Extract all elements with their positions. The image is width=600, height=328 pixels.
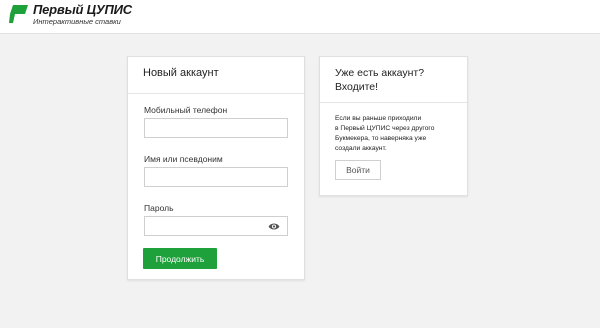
eye-icon[interactable] [268, 222, 280, 231]
info-line: Если вы раньше приходили [335, 115, 422, 122]
login-card: Уже есть аккаунт? Входите! Если вы раньш… [319, 56, 468, 196]
register-card-header: Новый аккаунт [128, 57, 304, 94]
login-info-text: Если вы раньше приходили в Первый ЦУПИС … [335, 114, 460, 154]
login-title-line1: Уже есть аккаунт? [335, 67, 425, 79]
nickname-label: Имя или псевдоним [144, 154, 223, 164]
top-header: Первый ЦУПИС Интерактивные ставки [0, 0, 600, 34]
register-title: Новый аккаунт [143, 67, 219, 79]
password-input[interactable] [144, 216, 288, 236]
info-line: в Первый ЦУПИС через другого [335, 125, 435, 132]
password-label: Пароль [144, 203, 174, 213]
phone-input[interactable] [144, 118, 288, 138]
continue-button[interactable]: Продолжить [143, 248, 217, 269]
login-title-line2: Входите! [335, 81, 379, 93]
info-line: Букмекера, то наверняка уже [335, 135, 427, 142]
logo-subtitle: Интерактивные ставки [33, 17, 121, 26]
register-card: Новый аккаунт Мобильный телефон Имя или … [127, 56, 305, 280]
phone-label: Мобильный телефон [144, 105, 228, 115]
info-line: создали аккаунт. [335, 145, 387, 152]
site-logo[interactable]: Первый ЦУПИС Интерактивные ставки [9, 3, 132, 26]
green-flag-logo-icon [9, 5, 28, 23]
logo-title: Первый ЦУПИС [33, 2, 132, 17]
nickname-input[interactable] [144, 167, 288, 187]
login-card-header: Уже есть аккаунт? Входите! [320, 57, 467, 103]
login-button[interactable]: Войти [335, 160, 381, 180]
